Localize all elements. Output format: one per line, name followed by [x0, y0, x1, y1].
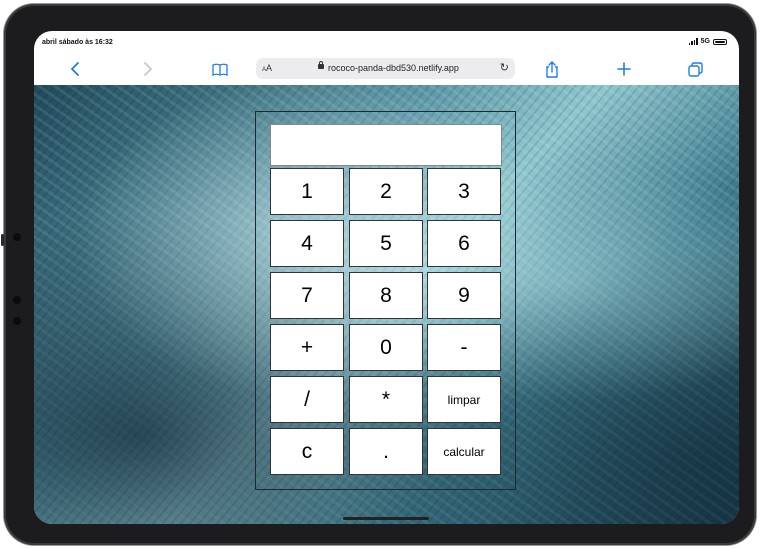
key-button[interactable]: c	[270, 428, 344, 475]
network-label: 5G	[700, 38, 710, 45]
status-time: abril sábado às 16:32	[42, 39, 113, 46]
text-size-button[interactable]: AA	[262, 63, 272, 73]
sensor-dot	[13, 317, 21, 325]
key-button[interactable]: 3	[427, 168, 501, 215]
reload-icon[interactable]: ↻	[500, 61, 509, 74]
page-content: 1 2 3 4 5 6 7 8 9 +0- / * limpar c. calcular	[34, 85, 739, 524]
forward-icon[interactable]	[136, 57, 160, 81]
status-bar: abril sábado às 16:32 5G	[34, 31, 739, 53]
key-button[interactable]: 7	[270, 272, 344, 319]
key-button[interactable]: 5	[349, 220, 423, 267]
share-icon[interactable]	[540, 57, 564, 81]
status-indicators: 5G	[688, 38, 727, 45]
key-button[interactable]: 8	[349, 272, 423, 319]
key-button[interactable]: limpar	[427, 376, 501, 423]
calculator-display[interactable]	[270, 124, 502, 166]
lock-icon	[318, 61, 324, 69]
key-button[interactable]: 2	[349, 168, 423, 215]
signal-icon	[688, 38, 698, 45]
key-button[interactable]: +	[270, 324, 344, 371]
key-button[interactable]: *	[349, 376, 423, 423]
key-button[interactable]: 0	[349, 324, 423, 371]
key-button[interactable]: 4	[270, 220, 344, 267]
key-button[interactable]: 6	[427, 220, 501, 267]
home-indicator	[343, 517, 429, 520]
key-button[interactable]: .	[349, 428, 423, 475]
tabs-icon[interactable]	[683, 57, 707, 81]
address-bar[interactable]: AA rococo-panda-dbd530.netlify.app ↻	[256, 58, 515, 79]
new-tab-icon[interactable]	[612, 57, 636, 81]
key-button[interactable]: /	[270, 376, 344, 423]
key-button[interactable]: -	[427, 324, 501, 371]
calculator: 1 2 3 4 5 6 7 8 9 +0- / * limpar c. calcular	[255, 111, 516, 490]
key-button[interactable]: 9	[427, 272, 501, 319]
screen: abril sábado às 16:32 5G AA rococo-panda…	[34, 31, 739, 524]
bookmarks-icon[interactable]	[208, 57, 232, 81]
volume-button	[1, 234, 4, 246]
front-camera	[13, 233, 21, 241]
sensor-dot	[13, 296, 21, 304]
ipad-device: abril sábado às 16:32 5G AA rococo-panda…	[1, 4, 756, 545]
browser-toolbar: AA rococo-panda-dbd530.netlify.app ↻	[34, 53, 739, 85]
battery-icon	[713, 38, 727, 45]
key-button[interactable]: calcular	[427, 428, 501, 475]
key-button[interactable]: 1	[270, 168, 344, 215]
back-icon[interactable]	[63, 57, 87, 81]
url-text[interactable]: rococo-panda-dbd530.netlify.app	[328, 63, 459, 73]
